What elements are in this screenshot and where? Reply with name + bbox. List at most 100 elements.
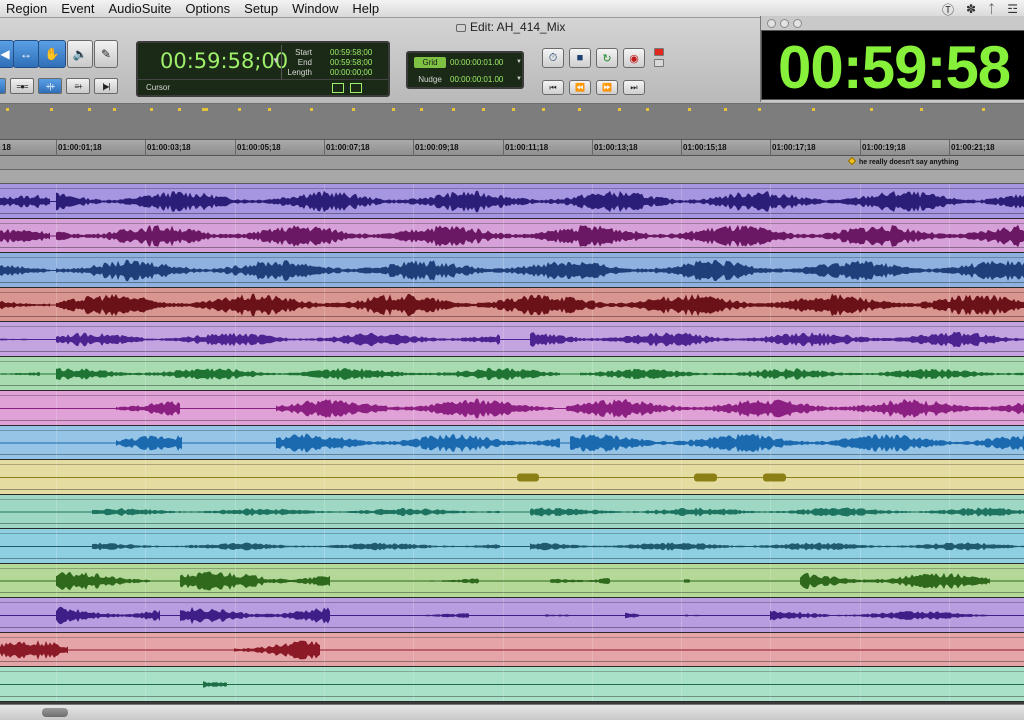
overview-marker xyxy=(50,108,53,111)
audio-track[interactable] xyxy=(0,219,1024,253)
waveform-segment xyxy=(0,640,68,660)
zoom-window-button[interactable] xyxy=(793,19,802,28)
go-to-end-button[interactable]: ⏭ xyxy=(623,80,645,95)
track-area[interactable] xyxy=(0,184,1024,704)
nudge-button[interactable]: Nudge xyxy=(414,74,446,85)
menu-window[interactable]: Window xyxy=(286,0,346,18)
audio-track[interactable] xyxy=(0,495,1024,529)
waveform-segment xyxy=(0,300,50,310)
overview-marker xyxy=(352,108,355,111)
waveform-segment xyxy=(203,681,227,688)
audio-track[interactable] xyxy=(0,667,1024,702)
minimize-window-button[interactable] xyxy=(780,19,789,28)
overview-marker xyxy=(205,108,208,111)
online-button[interactable]: ⏱ xyxy=(542,48,564,68)
waveform xyxy=(0,606,1024,625)
audio-track[interactable] xyxy=(0,460,1024,495)
overview-marker xyxy=(482,108,485,111)
waveform xyxy=(0,224,1024,248)
waveform xyxy=(0,398,1024,419)
ruler-label: 01:00:17;18 xyxy=(772,143,816,152)
overview-marker xyxy=(512,108,515,111)
tab-to-transient-button[interactable]: +|+ xyxy=(38,78,62,94)
start-value[interactable]: 00:59:58;00 xyxy=(330,48,372,57)
extension-icon[interactable]: ✽ xyxy=(966,2,976,16)
audio-track[interactable] xyxy=(0,288,1024,322)
secondary-ruler[interactable] xyxy=(0,170,1024,184)
audio-track[interactable] xyxy=(0,391,1024,426)
memory-marker[interactable]: he really doesn't say anything xyxy=(847,156,959,166)
zoom-tool-button[interactable]: ◀ xyxy=(0,40,14,68)
menu-setup[interactable]: Setup xyxy=(238,0,286,18)
audio-track[interactable] xyxy=(0,426,1024,460)
waveform-segment xyxy=(800,572,990,590)
grid-arrow-icon[interactable]: ▼ xyxy=(516,59,522,65)
waveform-segment xyxy=(0,194,50,209)
record-mode-light[interactable] xyxy=(654,48,664,56)
overview-strip[interactable] xyxy=(0,104,1024,140)
rewind-to-start-button[interactable]: ⏮ xyxy=(542,80,564,95)
audio-track[interactable] xyxy=(0,253,1024,288)
audio-track[interactable] xyxy=(0,529,1024,564)
stop-icon: ■ xyxy=(576,52,584,64)
record-button[interactable]: ◉ xyxy=(623,48,645,68)
waveform xyxy=(0,293,1024,317)
pre-roll-light[interactable] xyxy=(654,59,664,67)
waveform-segment xyxy=(530,507,1024,517)
audio-track[interactable] xyxy=(0,357,1024,391)
waveform-segment xyxy=(530,331,1024,348)
menu-options[interactable]: Options xyxy=(179,0,238,18)
ruler-tick xyxy=(503,140,504,156)
audio-track[interactable] xyxy=(0,598,1024,633)
waveform-segment xyxy=(56,293,1024,317)
bluetooth-icon[interactable]: ᛏ xyxy=(988,2,995,16)
overview-marker xyxy=(812,108,815,111)
wifi-icon[interactable]: ☲ xyxy=(1007,2,1018,16)
mirror-midi-button[interactable]: ≡+ xyxy=(66,78,90,94)
rewind-button[interactable]: ⏪ xyxy=(569,80,591,95)
close-window-button[interactable] xyxy=(767,19,776,28)
loop-play-button[interactable]: ↻ xyxy=(596,48,618,68)
audio-track[interactable] xyxy=(0,564,1024,598)
stop-button[interactable]: ■ xyxy=(569,48,591,68)
skype-icon[interactable]: Ⓣ xyxy=(942,1,954,18)
sample-meter-icon[interactable] xyxy=(332,83,344,93)
end-value[interactable]: 00:59:58;00 xyxy=(330,58,372,67)
main-counter-time[interactable]: 00:59:58;00 xyxy=(160,49,288,73)
overview-marker xyxy=(238,108,241,111)
marker-ruler[interactable]: he really doesn't say anything xyxy=(0,156,1024,170)
nudge-arrow-icon[interactable]: ▼ xyxy=(516,76,522,82)
menu-event[interactable]: Event xyxy=(55,0,102,18)
nudge-value[interactable]: 00:00:00:01.00 xyxy=(450,75,503,84)
pencil-tool-button[interactable]: ✎ xyxy=(94,40,118,68)
clip-icon[interactable] xyxy=(350,83,362,93)
grabber-tool-button[interactable]: ✋ xyxy=(38,40,66,68)
overview-marker xyxy=(268,108,271,111)
counter-format-arrow-icon[interactable]: ▼ xyxy=(272,56,280,65)
menu-audiosuite[interactable]: AudioSuite xyxy=(102,0,179,18)
selector-tool-button[interactable]: ↔ xyxy=(13,40,39,68)
waveform-segment xyxy=(180,571,330,591)
audio-track[interactable] xyxy=(0,633,1024,667)
overview-marker xyxy=(113,108,116,111)
waveform xyxy=(0,331,1024,348)
length-value[interactable]: 00:00:00;00 xyxy=(330,68,372,77)
overview-marker xyxy=(646,108,649,111)
link-timeline-button[interactable]: =●= xyxy=(10,78,34,94)
zoom-preset-button[interactable] xyxy=(0,78,6,94)
scrollbar-thumb[interactable] xyxy=(42,708,68,717)
menu-region[interactable]: Region xyxy=(0,0,55,18)
audio-track[interactable] xyxy=(0,322,1024,357)
scrubber-tool-button[interactable]: 🔈 xyxy=(67,40,93,68)
grid-value[interactable]: 00:00:00:01.00 xyxy=(450,58,503,67)
window-title: Edit: AH_414_Mix xyxy=(456,20,565,34)
horizontal-scrollbar[interactable] xyxy=(0,704,1024,720)
audio-track[interactable] xyxy=(0,184,1024,219)
menu-help[interactable]: Help xyxy=(346,0,387,18)
insertion-follows-button[interactable]: |▶| xyxy=(94,78,118,94)
window-controls xyxy=(767,19,802,28)
timecode-ruler[interactable]: 18 01:00:01;18 01:00:03;18 01:00:05;18 01:0… xyxy=(0,140,1024,156)
grid-button[interactable]: Grid xyxy=(414,57,446,68)
fast-forward-button[interactable]: ⏩ xyxy=(596,80,618,95)
waveform-segment xyxy=(550,578,610,584)
